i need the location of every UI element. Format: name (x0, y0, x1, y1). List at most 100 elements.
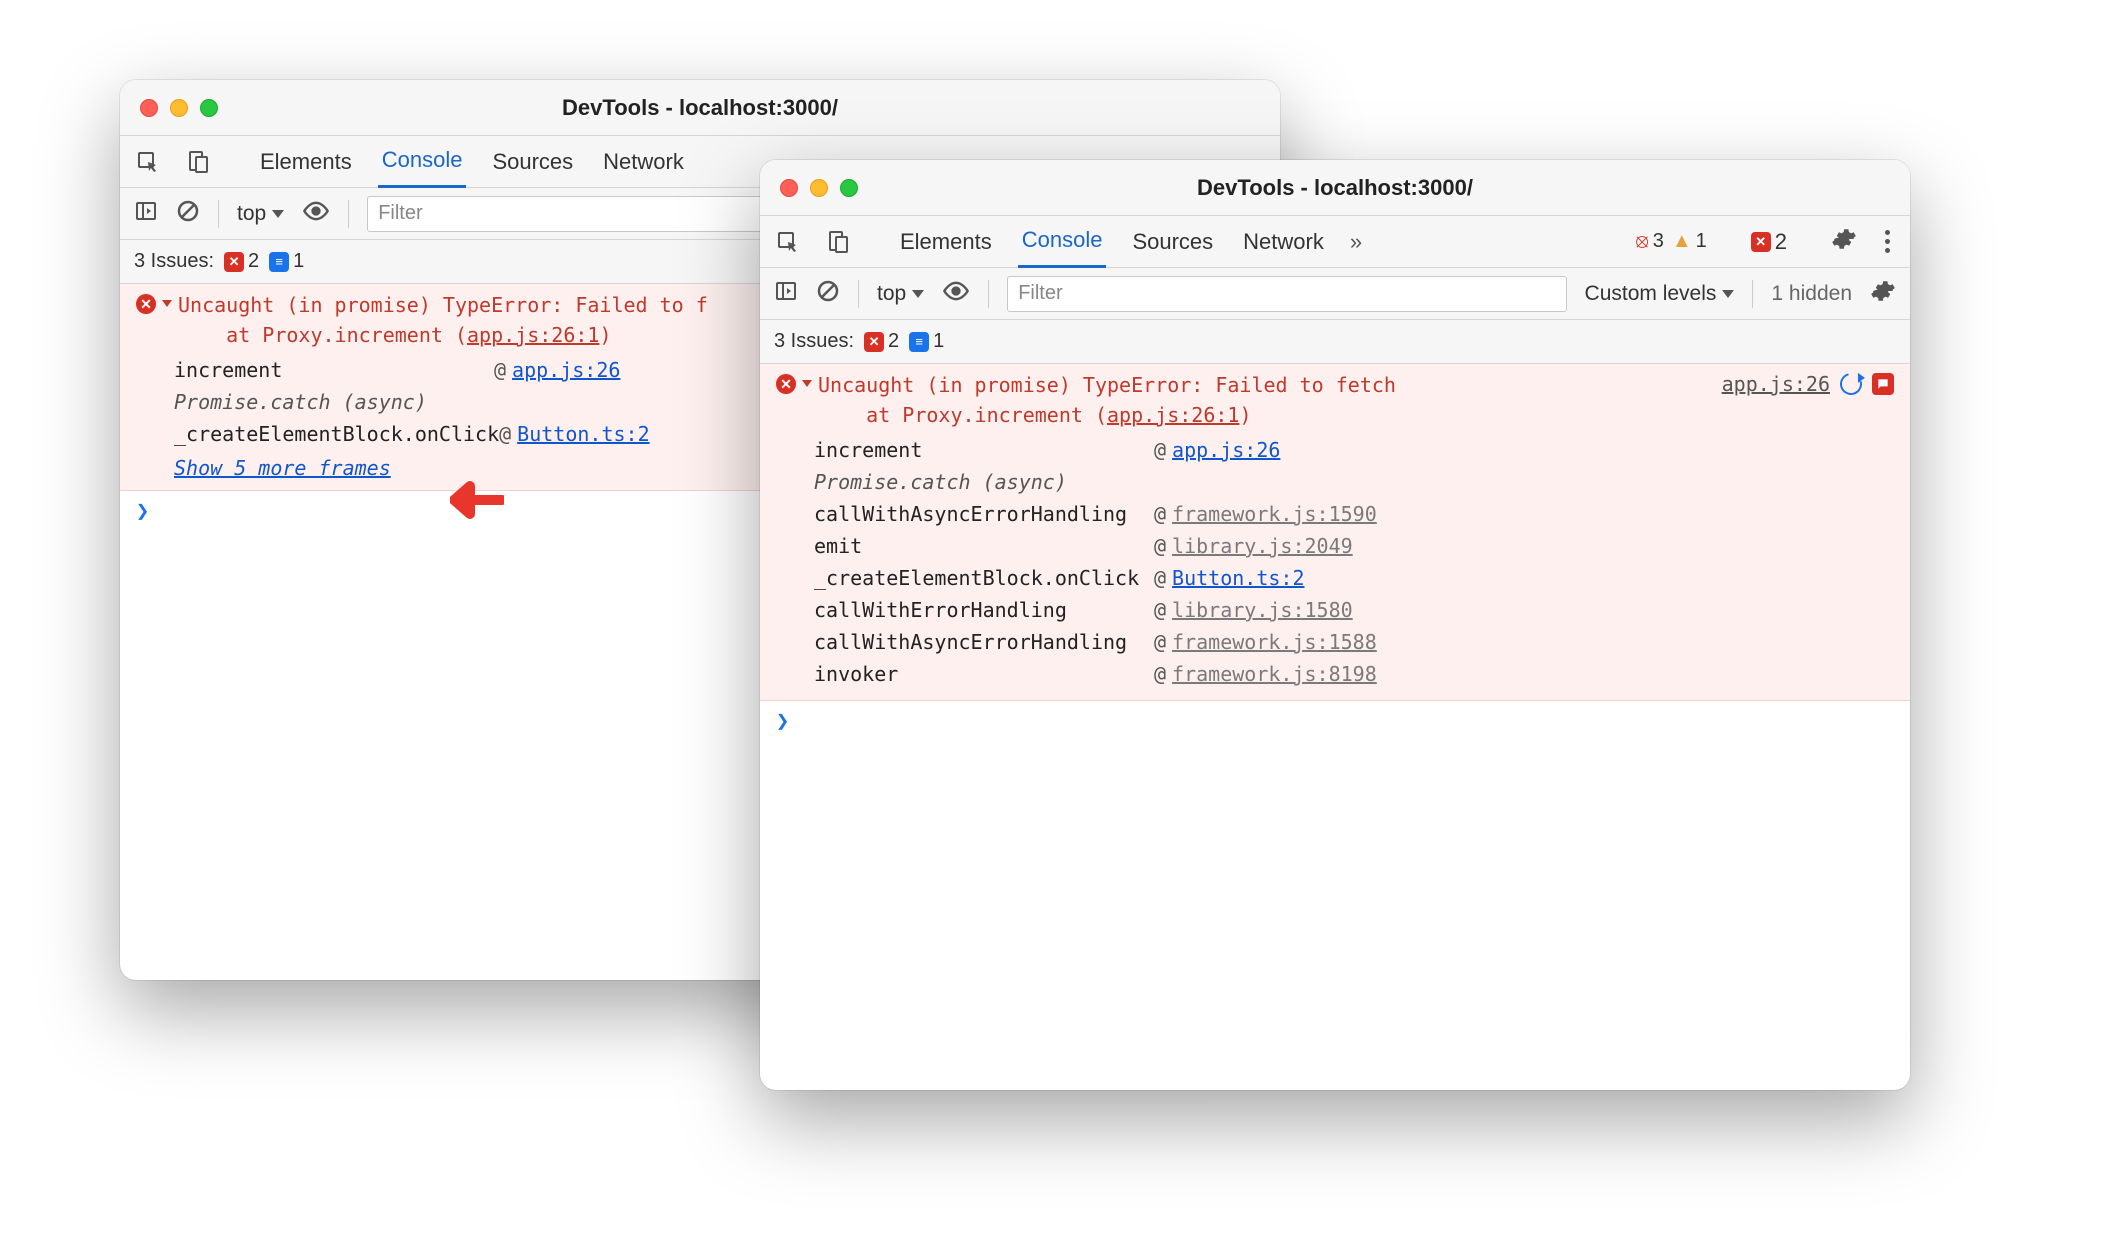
frame-at: @ (494, 358, 506, 382)
window-title: DevTools - localhost:3000/ (120, 95, 1280, 121)
log-level-label: Custom levels (1585, 282, 1717, 306)
context-label: top (877, 282, 906, 306)
frame-location-link[interactable]: library.js:1580 (1172, 598, 1353, 622)
error-message[interactable]: app.js:26 ✕ Uncaught (in promise) TypeEr… (760, 364, 1910, 701)
context-dropdown[interactable]: top (237, 202, 284, 226)
live-expression-icon[interactable] (942, 277, 970, 311)
frame-function: increment (174, 358, 494, 382)
sidebar-toggle-icon[interactable] (134, 199, 158, 229)
frame-at: @ (1154, 438, 1166, 462)
sidebar-toggle-icon[interactable] (774, 279, 798, 309)
chevron-down-icon (912, 290, 924, 298)
issues-badge[interactable]: ✕2 (1751, 229, 1787, 255)
error-text: Uncaught (in promise) TypeError: Failed … (818, 370, 1396, 430)
stack-frame: invoker@framework.js:8198 (814, 658, 1894, 690)
error-icon: ✕ (136, 294, 156, 314)
frame-function: increment (814, 438, 1154, 462)
show-more-frames-link[interactable]: Show 5 more frames (174, 456, 391, 480)
tab-network[interactable]: Network (1239, 216, 1328, 267)
tab-elements[interactable]: Elements (256, 136, 356, 187)
frame-async: Promise.catch (async) (174, 390, 494, 414)
frame-function: emit (814, 534, 1154, 558)
window-title: DevTools - localhost:3000/ (760, 175, 1910, 201)
tab-elements[interactable]: Elements (896, 216, 996, 267)
frame-location-link[interactable]: app.js:26 (1172, 438, 1280, 462)
warning-count-icon: ▲ (1672, 230, 1692, 253)
issues-label: 3 Issues: (774, 330, 854, 353)
device-toggle-icon[interactable] (184, 148, 212, 176)
device-toggle-icon[interactable] (824, 228, 852, 256)
issues-bar[interactable]: 3 Issues: ✕2 ≡1 (760, 320, 1910, 364)
chevron-down-icon (1722, 290, 1734, 298)
frame-at: @ (1154, 662, 1166, 686)
error-badge-icon: ✕ (864, 332, 884, 352)
error-location-link[interactable]: app.js:26:1 (1107, 403, 1239, 427)
more-tabs-button[interactable]: » (1350, 229, 1362, 255)
frame-function: _createElementBlock.onClick (814, 566, 1154, 590)
divider (1752, 280, 1753, 308)
titlebar: DevTools - localhost:3000/ (760, 160, 1910, 216)
settings-icon[interactable] (1831, 226, 1857, 258)
tab-console[interactable]: Console (1018, 216, 1107, 268)
error-location-link[interactable]: app.js:26:1 (467, 323, 599, 347)
frame-function: invoker (814, 662, 1154, 686)
stack-frame-async: Promise.catch (async) (814, 466, 1894, 498)
tab-network[interactable]: Network (599, 136, 688, 187)
frame-function: callWithErrorHandling (814, 598, 1154, 622)
minimize-window-button[interactable] (170, 99, 188, 117)
close-window-button[interactable] (780, 179, 798, 197)
clear-console-icon[interactable] (816, 279, 840, 309)
frame-location-link[interactable]: framework.js:1588 (1172, 630, 1377, 654)
frame-at: @ (1154, 566, 1166, 590)
status-badges[interactable]: ⦻3 ▲1 (1635, 230, 1706, 253)
issues-errors-badge: ✕2 (864, 330, 899, 353)
maximize-window-button[interactable] (840, 179, 858, 197)
console-body: app.js:26 ✕ Uncaught (in promise) TypeEr… (760, 364, 1910, 1090)
frame-location-link[interactable]: app.js:26 (512, 358, 620, 382)
expand-arrow-icon[interactable] (162, 300, 172, 307)
filter-placeholder: Filter (1018, 282, 1062, 305)
reload-icon[interactable] (1836, 369, 1866, 399)
frame-location-link[interactable]: framework.js:8198 (1172, 662, 1377, 686)
divider (858, 280, 859, 308)
context-dropdown[interactable]: top (877, 282, 924, 306)
hidden-count[interactable]: 1 hidden (1771, 282, 1852, 306)
inspect-icon[interactable] (134, 148, 162, 176)
traffic-lights (140, 99, 218, 117)
error-source-actions: app.js:26 (1722, 372, 1894, 396)
frame-at: @ (1154, 502, 1166, 526)
issues-errors-badge: ✕2 (224, 250, 259, 273)
stack-frame: callWithAsyncErrorHandling@framework.js:… (814, 626, 1894, 658)
tab-sources[interactable]: Sources (1128, 216, 1217, 267)
error-count-icon: ⦻ (1635, 230, 1648, 253)
more-menu-icon[interactable] (1879, 226, 1896, 257)
minimize-window-button[interactable] (810, 179, 828, 197)
log-level-dropdown[interactable]: Custom levels (1585, 282, 1735, 306)
frame-location-link[interactable]: framework.js:1590 (1172, 502, 1377, 526)
console-settings-icon[interactable] (1870, 278, 1896, 310)
issues-label: 3 Issues: (134, 250, 214, 273)
stack-frame: emit@library.js:2049 (814, 530, 1894, 562)
console-toolbar: top Filter Custom levels 1 hidden (760, 268, 1910, 320)
error-text: Uncaught (in promise) TypeError: Failed … (178, 290, 708, 350)
feedback-icon[interactable] (1872, 373, 1894, 395)
clear-console-icon[interactable] (176, 199, 200, 229)
issues-messages-badge: ≡1 (269, 250, 304, 273)
expand-arrow-icon[interactable] (802, 380, 812, 387)
tab-sources[interactable]: Sources (488, 136, 577, 187)
filter-input[interactable]: Filter (1007, 276, 1566, 312)
console-prompt[interactable]: ❯ (760, 701, 1910, 742)
close-window-button[interactable] (140, 99, 158, 117)
frame-async: Promise.catch (async) (814, 470, 1154, 494)
tab-console[interactable]: Console (378, 136, 467, 188)
frame-location-link[interactable]: Button.ts:2 (517, 422, 649, 446)
frame-location-link[interactable]: library.js:2049 (1172, 534, 1353, 558)
error-icon: ✕ (776, 374, 796, 394)
maximize-window-button[interactable] (200, 99, 218, 117)
source-location-link[interactable]: app.js:26 (1722, 372, 1830, 396)
issues-messages-badge: ≡1 (909, 330, 944, 353)
live-expression-icon[interactable] (302, 197, 330, 231)
frame-function: callWithAsyncErrorHandling (814, 502, 1154, 526)
frame-location-link[interactable]: Button.ts:2 (1172, 566, 1304, 590)
inspect-icon[interactable] (774, 228, 802, 256)
